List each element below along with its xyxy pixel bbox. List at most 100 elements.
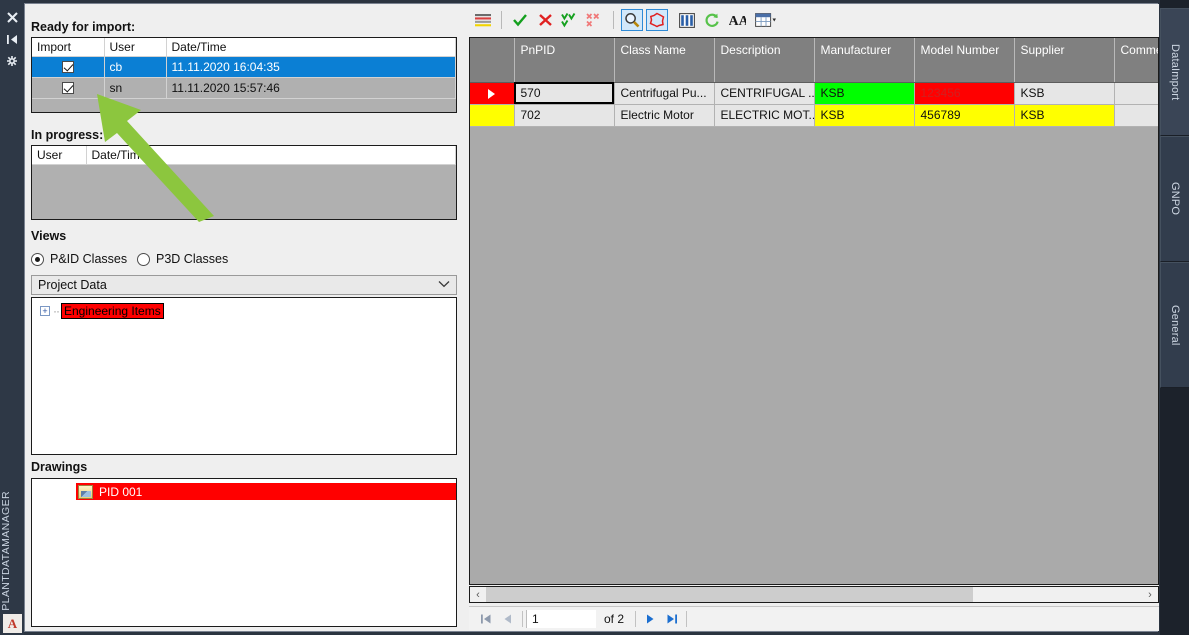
tab-general[interactable]: General	[1160, 262, 1189, 388]
data-source-dropdown[interactable]: Project Data	[31, 275, 457, 295]
chevron-down-icon[interactable]	[438, 279, 450, 291]
grid-toolbar: AA	[463, 4, 1159, 36]
pager-separator-3	[686, 610, 688, 627]
legend-icon	[475, 13, 491, 26]
scrollbar-thumb[interactable]	[486, 587, 973, 602]
row-datetime: 11.11.2020 16:04:35	[166, 56, 456, 78]
tab-gnpo-label: GNPO	[1169, 182, 1181, 216]
columns-button[interactable]	[676, 9, 698, 31]
engineering-items-grid[interactable]: PnPID Class Name Description Manufacture…	[469, 37, 1159, 585]
col-user[interactable]: User	[104, 38, 167, 57]
auto-hide-pin-icon[interactable]	[0, 28, 24, 50]
tree-item-engineering-items[interactable]: + ·· Engineering Items	[40, 303, 164, 319]
zoom-to-object-button[interactable]	[621, 9, 643, 31]
table-row[interactable]: cb 11.11.2020 16:04:35	[32, 56, 456, 78]
grid-pager: 1 of 2	[469, 606, 1159, 630]
table-row[interactable]: 702 Electric Motor ELECTRIC MOT... KSB 4…	[470, 104, 1158, 127]
radio-p3d-classes-indicator[interactable]	[137, 252, 150, 266]
checkbox-checked-icon[interactable]	[61, 61, 74, 73]
row-datetime: 11.11.2020 15:57:46	[166, 77, 456, 99]
import-checkbox-cell[interactable]	[32, 56, 105, 78]
row-indicator-cell[interactable]	[470, 104, 515, 127]
cell-manufacturer[interactable]: KSB	[814, 104, 915, 127]
cell-supplier[interactable]: KSB	[1014, 82, 1115, 105]
drawings-label: Drawings	[31, 460, 88, 474]
ready-for-import-table: Import User Date/Time cb 11.11.2020 16:0…	[31, 37, 457, 113]
first-page-button[interactable]	[475, 608, 497, 630]
table-row[interactable]: 570 Centrifugal Pu... CENTRIFUGAL ... KS…	[470, 82, 1158, 105]
close-icon[interactable]	[0, 6, 24, 28]
scroll-right-icon[interactable]: ›	[1142, 587, 1158, 602]
scroll-left-icon[interactable]: ‹	[470, 587, 486, 602]
cell-comment[interactable]	[1114, 82, 1158, 105]
radio-pid-classes[interactable]: P&ID Classes	[31, 252, 127, 266]
col-user[interactable]: User	[32, 146, 87, 165]
cell-manufacturer[interactable]: KSB	[814, 82, 915, 105]
menu-glyph	[7, 56, 17, 66]
col-datetime[interactable]: Date/Tim	[86, 146, 456, 165]
grid-col-description[interactable]: Description	[714, 38, 815, 83]
grid-col-pnpid[interactable]: PnPID	[514, 38, 615, 83]
last-page-button[interactable]	[661, 608, 683, 630]
grid-col-class-name[interactable]: Class Name	[614, 38, 715, 83]
cell-description[interactable]: CENTRIFUGAL ...	[714, 82, 815, 105]
scrollbar-track[interactable]	[973, 587, 1142, 602]
cell-class-name[interactable]: Centrifugal Pu...	[614, 82, 715, 105]
cell-supplier[interactable]: KSB	[1014, 104, 1115, 127]
col-import[interactable]: Import	[32, 38, 105, 57]
dataimport-panel: Ready for import: Import User Date/Time	[24, 3, 1159, 632]
accept-button[interactable]	[509, 9, 531, 31]
panel-menu-icon[interactable]	[0, 50, 24, 72]
prev-page-button[interactable]	[497, 608, 519, 630]
cell-pnpid[interactable]: 702	[514, 104, 615, 127]
radio-p3d-classes[interactable]: P3D Classes	[137, 252, 228, 266]
close-glyph	[6, 11, 18, 23]
grid-horizontal-scrollbar[interactable]: ‹ ›	[469, 586, 1159, 603]
check-all-icon	[561, 12, 576, 27]
page-count-label: of 2	[604, 611, 625, 626]
accept-all-button[interactable]	[559, 9, 581, 31]
ready-table-header-row: Import User Date/Time	[32, 38, 456, 57]
tab-dataimport[interactable]: DataImport	[1160, 8, 1189, 136]
in-progress-label: In progress:	[31, 128, 104, 142]
table-row[interactable]: sn 11.11.2020 15:57:46	[32, 77, 456, 99]
radio-pid-classes-indicator[interactable]	[31, 252, 44, 266]
legend-button[interactable]	[472, 9, 494, 31]
next-page-button[interactable]	[639, 608, 661, 630]
tab-gnpo[interactable]: GNPO	[1160, 136, 1189, 262]
inprogress-table: User Date/Tim	[32, 146, 456, 165]
reject-button[interactable]	[534, 9, 556, 31]
import-checkbox-cell[interactable]	[32, 77, 105, 99]
refresh-button[interactable]	[701, 9, 723, 31]
ready-for-import-label: Ready for import:	[31, 20, 136, 34]
cell-model-number[interactable]: 123456	[914, 82, 1015, 105]
pin-glyph	[7, 34, 17, 44]
grid-col-comment[interactable]: Commen	[1114, 38, 1158, 83]
export-table-button[interactable]	[751, 9, 781, 31]
cell-class-name[interactable]: Electric Motor	[614, 104, 715, 127]
col-datetime[interactable]: Date/Time	[166, 38, 456, 57]
tree-item-label: Engineering Items	[61, 303, 164, 319]
radio-p3d-classes-label: P3D Classes	[156, 252, 229, 266]
cell-pnpid[interactable]: 570	[514, 82, 615, 105]
row-indicator-cell[interactable]	[470, 82, 515, 105]
grid-col-rowheader[interactable]	[470, 38, 515, 83]
cell-description[interactable]: ELECTRIC MOT...	[714, 104, 815, 127]
checkbox-checked-icon[interactable]	[61, 82, 74, 94]
page-number-input[interactable]: 1	[526, 609, 596, 628]
list-item[interactable]: PID 001	[76, 483, 456, 500]
grid-col-manufacturer[interactable]: Manufacturer	[814, 38, 915, 83]
refresh-icon	[705, 13, 719, 27]
views-label: Views	[31, 229, 67, 243]
grid-col-supplier[interactable]: Supplier	[1014, 38, 1115, 83]
grid-col-model-number[interactable]: Model Number	[914, 38, 1015, 83]
reject-all-button[interactable]	[584, 9, 606, 31]
cell-model-number[interactable]: 456789	[914, 104, 1015, 127]
magnifier-icon	[625, 13, 640, 28]
highlight-object-button[interactable]	[646, 9, 668, 31]
svg-text:AA: AA	[729, 14, 746, 27]
grid-table: PnPID Class Name Description Manufacture…	[470, 38, 1158, 127]
cell-comment[interactable]	[1114, 104, 1158, 127]
find-button[interactable]: AA	[726, 9, 748, 31]
tree-expander-icon[interactable]: +	[40, 306, 50, 316]
